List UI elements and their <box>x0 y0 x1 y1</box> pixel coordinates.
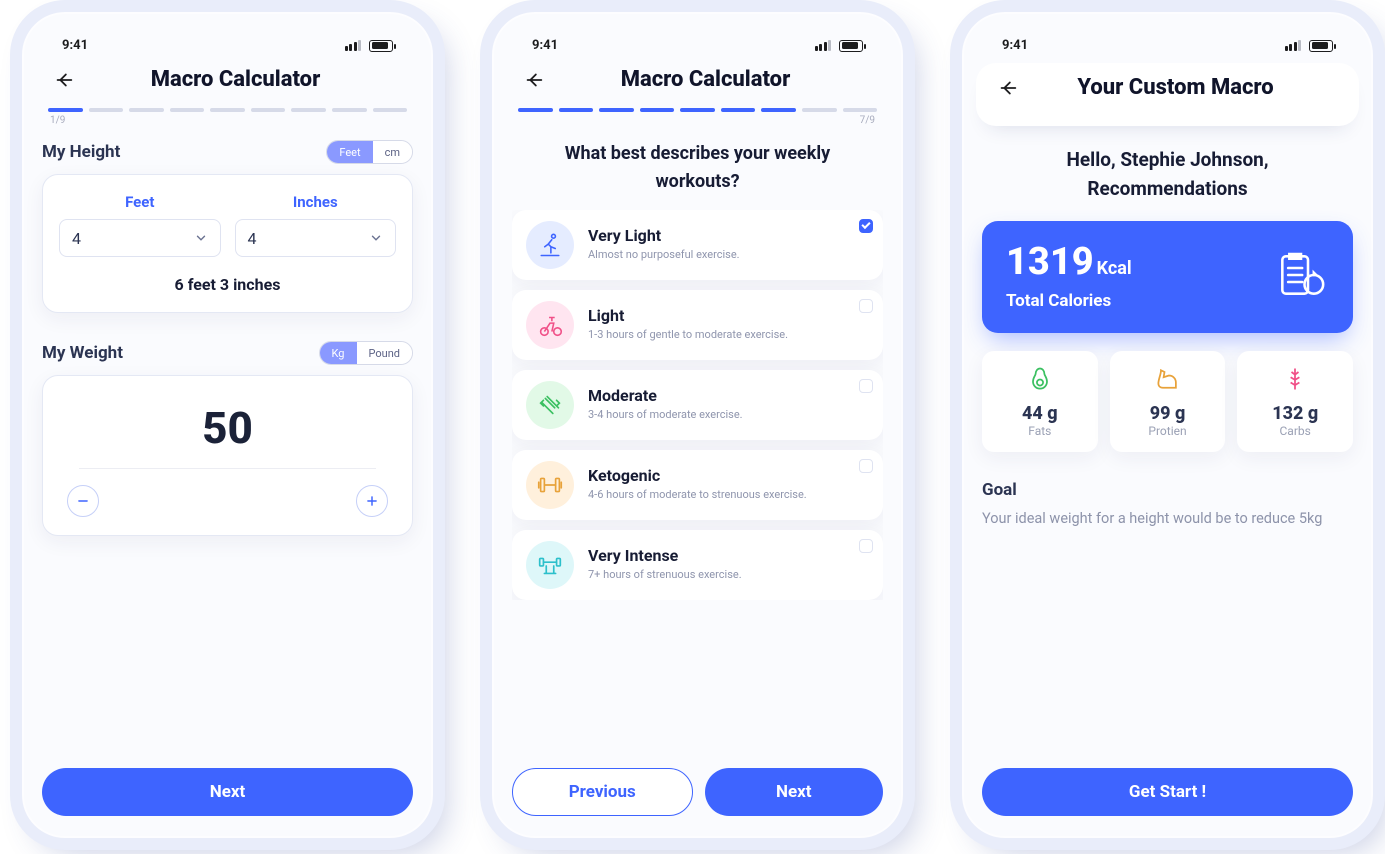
next-button[interactable]: Next <box>42 768 413 816</box>
greeting: Hello, Stephie Johnson, Recommendations <box>982 142 1353 221</box>
running-icon <box>526 221 574 269</box>
macro-fats: 44 g Fats <box>982 351 1098 452</box>
status-bar: 9:41 <box>512 32 883 63</box>
weight-value: 50 <box>79 394 376 469</box>
option-light[interactable]: Light 1-3 hours of gentle to moderate ex… <box>512 290 883 360</box>
gym-machine-icon <box>526 541 574 589</box>
dumbbell-icon <box>526 381 574 429</box>
macro-carbs: 132 g Carbs <box>1237 351 1353 452</box>
page-title: Your Custom Macro <box>1036 75 1315 100</box>
page-title: Macro Calculator <box>92 67 379 92</box>
height-label: My Height <box>42 142 120 162</box>
goal-text: Your ideal weight for a height would be … <box>982 508 1353 530</box>
next-button[interactable]: Next <box>705 768 884 816</box>
macro-protein: 99 g Protien <box>1110 351 1226 452</box>
battery-icon <box>369 40 393 52</box>
option-ketogenic[interactable]: Ketogenic 4-6 hours of moderate to stren… <box>512 450 883 520</box>
col-feet-label: Feet <box>59 193 221 211</box>
progress-bar <box>42 104 413 112</box>
height-unit-toggle: Feet cm <box>326 140 413 164</box>
signal-icon <box>815 40 832 51</box>
question-text: What best describes your weekly workouts… <box>512 136 883 210</box>
get-start-button[interactable]: Get Start ! <box>982 768 1353 816</box>
feet-select[interactable]: 4 <box>59 219 221 257</box>
increment-button[interactable] <box>356 485 388 517</box>
kcal-label: Total Calories <box>1006 291 1132 311</box>
back-button[interactable] <box>996 76 1020 100</box>
inches-select[interactable]: 4 <box>235 219 397 257</box>
status-bar: 9:41 <box>42 32 413 63</box>
checkbox-icon <box>859 459 873 473</box>
kcal-value: 1319 <box>1006 240 1094 284</box>
status-time: 9:41 <box>532 38 558 53</box>
phone-step1: 9:41 Macro Calculator 1/9 My Height Feet… <box>10 0 445 850</box>
decrement-button[interactable] <box>67 485 99 517</box>
header: Your Custom Macro <box>986 71 1349 104</box>
previous-button[interactable]: Previous <box>512 768 693 816</box>
options-list: Very Light Almost no purposeful exercise… <box>512 210 883 600</box>
macros-row: 44 g Fats 99 g Protien 132 g Carbs <box>982 351 1353 452</box>
checkbox-icon <box>859 219 873 233</box>
height-summary: 6 feet 3 inches <box>59 257 396 294</box>
option-moderate[interactable]: Moderate 3-4 hours of moderate exercise. <box>512 370 883 440</box>
kcal-unit: Kcal <box>1097 258 1132 279</box>
status-bar: 9:41 <box>982 32 1353 63</box>
progress-count: 1/9 <box>42 112 413 136</box>
col-inches-label: Inches <box>235 193 397 211</box>
avocado-icon <box>1026 365 1054 393</box>
barbell-icon <box>526 461 574 509</box>
chevron-down-icon <box>194 231 208 245</box>
weight-label: My Weight <box>42 343 123 363</box>
back-button[interactable] <box>522 68 546 92</box>
unit-pound[interactable]: Pound <box>357 342 413 364</box>
page-title: Macro Calculator <box>562 67 849 92</box>
chevron-down-icon <box>369 231 383 245</box>
header: Macro Calculator <box>512 63 883 104</box>
option-very-intense[interactable]: Very Intense 7+ hours of strenuous exerc… <box>512 530 883 600</box>
wheat-icon <box>1281 365 1309 393</box>
signal-icon <box>345 40 362 51</box>
status-time: 9:41 <box>1002 38 1028 53</box>
unit-cm[interactable]: cm <box>373 141 412 163</box>
signal-icon <box>1285 40 1302 51</box>
phone-result: 9:41 Your Custom Macro Hello, Stephie Jo… <box>950 0 1385 850</box>
clipboard-icon <box>1273 247 1329 307</box>
unit-feet[interactable]: Feet <box>327 141 372 163</box>
calories-card: 1319Kcal Total Calories <box>982 221 1353 333</box>
muscle-icon <box>1154 365 1182 393</box>
checkbox-icon <box>859 539 873 553</box>
weight-unit-toggle: Kg Pound <box>319 341 413 365</box>
height-panel: Feet 4 Inches 4 6 feet 3 inches <box>42 174 413 313</box>
unit-kg[interactable]: Kg <box>320 342 357 364</box>
progress-count: 7/9 <box>512 112 883 136</box>
phone-step7: 9:41 Macro Calculator 7/9 What best desc… <box>480 0 915 850</box>
goal-heading: Goal <box>982 480 1353 500</box>
checkbox-icon <box>859 379 873 393</box>
battery-icon <box>1309 40 1333 52</box>
back-button[interactable] <box>52 68 76 92</box>
weight-panel: 50 <box>42 375 413 536</box>
exercise-bike-icon <box>526 301 574 349</box>
progress-bar <box>512 104 883 112</box>
checkbox-icon <box>859 299 873 313</box>
status-time: 9:41 <box>62 38 88 53</box>
option-very-light[interactable]: Very Light Almost no purposeful exercise… <box>512 210 883 280</box>
header: Macro Calculator <box>42 63 413 104</box>
battery-icon <box>839 40 863 52</box>
